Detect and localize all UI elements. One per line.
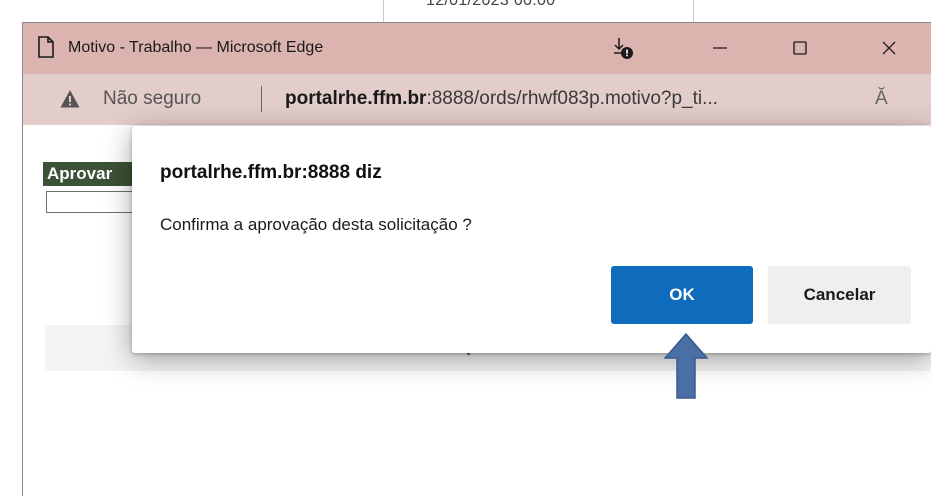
address-bar[interactable]: Não seguro portalrhe.ffm.br:8888/ords/rh… (23, 74, 931, 125)
read-aloud-icon[interactable]: Ă (875, 88, 888, 110)
maximize-button[interactable] (780, 31, 820, 65)
window-title: Motivo - Trabalho — Microsoft Edge (68, 39, 324, 56)
not-secure-label[interactable]: Não seguro (103, 88, 201, 110)
cancel-button[interactable]: Cancelar (768, 266, 911, 324)
minimize-button[interactable] (700, 31, 740, 65)
title-bar[interactable]: Motivo - Trabalho — Microsoft Edge (23, 23, 931, 74)
annotation-arrow-icon (663, 332, 709, 399)
close-button[interactable] (869, 31, 909, 65)
table-divider (693, 0, 694, 22)
dialog-message: Confirma a aprovação desta solicitação ? (160, 215, 472, 234)
url-path: :8888/ords/rhwf083p.motivo?p_ti... (426, 88, 718, 109)
download-alert-button[interactable] (603, 31, 643, 65)
dialog-origin: portalrhe.ffm.br:8888 diz (160, 162, 382, 183)
ok-button[interactable]: OK (611, 266, 753, 324)
table-divider (383, 0, 384, 22)
background-date-text: 12/01/2023 00:00 (426, 0, 556, 9)
address-separator (261, 86, 262, 112)
url-host: portalrhe.ffm.br (285, 88, 427, 109)
url-text[interactable]: portalrhe.ffm.br:8888/ords/rhwf083p.moti… (285, 88, 718, 110)
page-icon (38, 36, 54, 58)
close-icon (882, 41, 896, 55)
download-alert-icon (614, 38, 633, 59)
warning-icon[interactable] (60, 89, 80, 109)
confirm-dialog: portalrhe.ffm.br:8888 diz Confirma a apr… (132, 126, 931, 353)
maximize-icon (793, 41, 807, 55)
background-page-strip: 12/01/2023 00:00 (0, 0, 931, 22)
minimize-icon (713, 47, 727, 49)
